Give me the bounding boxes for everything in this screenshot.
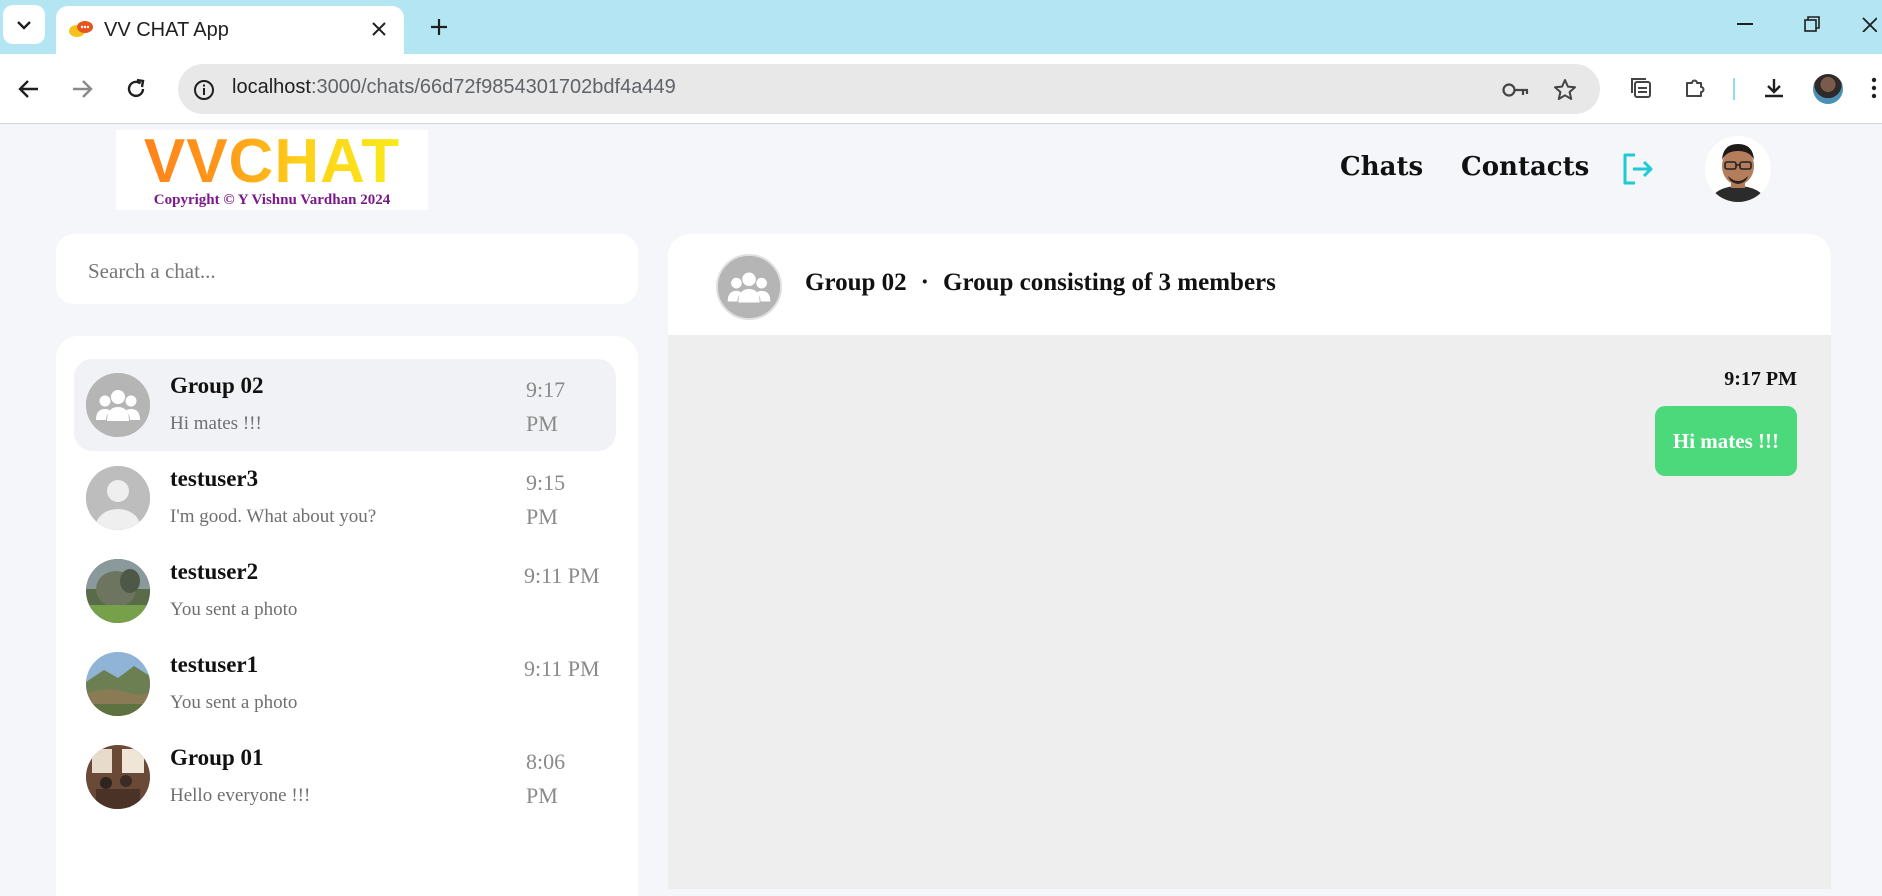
group-icon [86, 373, 150, 437]
reload-button[interactable] [117, 70, 155, 108]
chat-list-item-group-02[interactable]: Group 02 Hi mates !!! 9:17 PM [74, 359, 616, 451]
copy-pages-icon [1631, 78, 1651, 98]
chat-list-item-testuser1[interactable]: testuser1 You sent a photo 9:11 PM [74, 638, 616, 730]
chat-time: 9:11 PM [524, 656, 600, 681]
nav-chats-link[interactable]: Chats [1340, 152, 1423, 182]
logo-wordmark: VVCHAT [116, 130, 428, 194]
chat-avatar [86, 559, 150, 623]
message-time: 9:17 PM [1724, 368, 1797, 390]
key-icon [1502, 83, 1529, 97]
arrow-right-icon [73, 80, 93, 98]
chat-time: 9:17 PM [526, 377, 566, 436]
star-icon [1554, 79, 1576, 100]
browser-toolbar: localhost:3000/chats/66d72f9854301702bdf… [0, 54, 1882, 124]
chat-list-item-group-01[interactable]: Group 01 Hello everyone !!! 8:06 PM [74, 731, 616, 823]
more-vert-icon [1871, 77, 1877, 99]
title-separator: · [920, 269, 929, 296]
chat-last-message: Hello everyone !!! [170, 785, 311, 806]
chat-time: 9:11 PM [524, 563, 600, 588]
chat-avatar [86, 652, 150, 716]
download-icon [1765, 79, 1783, 98]
back-button[interactable] [10, 70, 48, 108]
chat-bubbles-icon [69, 21, 93, 37]
logout-icon[interactable] [1620, 151, 1656, 187]
group-photo [86, 745, 150, 809]
reload-icon [127, 78, 145, 98]
chat-last-message: I'm good. What about you? [170, 506, 377, 527]
user-photo [1705, 136, 1771, 202]
user-photo [86, 559, 150, 623]
tab-search-button[interactable] [3, 5, 45, 44]
chat-search-input[interactable] [86, 254, 610, 288]
app-logo[interactable]: VVCHAT Copyright © Y Vishnu Vardhan 2024 [116, 130, 428, 210]
bookmark-button[interactable] [1550, 75, 1580, 105]
url-path: :3000/chats/66d72f9854301702bdf4a449 [310, 76, 676, 98]
chat-search-box [56, 234, 638, 304]
toolbar-separator [1733, 78, 1735, 100]
tab-groups-button[interactable] [1624, 71, 1658, 105]
conversation-header: Group 02 · Group consisting of 3 members [668, 234, 1831, 335]
chat-list-item-testuser3[interactable]: testuser3 I'm good. What about you? 9:15… [74, 452, 616, 544]
browser-profile-avatar[interactable] [1813, 74, 1843, 104]
minimize-button[interactable] [1725, 8, 1765, 40]
tab-close-button[interactable] [366, 16, 392, 42]
restore-button[interactable] [1792, 8, 1832, 40]
chat-avatar [86, 373, 150, 437]
tab-title: VV CHAT App [104, 19, 229, 41]
minimize-icon [1737, 23, 1753, 25]
chat-name: testuser3 [170, 466, 259, 491]
app-viewport: VVCHAT Copyright © Y Vishnu Vardhan 2024… [0, 124, 1882, 896]
nav-contacts-link[interactable]: Contacts [1461, 152, 1589, 182]
conversation-name: Group 02 [805, 269, 907, 296]
downloads-button[interactable] [1757, 71, 1791, 105]
browser-tab-strip: VV CHAT App [0, 0, 1882, 54]
default-user-icon [86, 466, 150, 530]
address-bar[interactable]: localhost:3000/chats/66d72f9854301702bdf… [178, 64, 1600, 114]
close-icon [1862, 17, 1877, 32]
user-photo [86, 652, 150, 716]
puzzle-icon [1686, 79, 1705, 97]
chat-name: Group 01 [170, 745, 264, 770]
extensions-button[interactable] [1678, 71, 1712, 105]
info-icon [194, 80, 214, 100]
conversation-subtitle: Group consisting of 3 members [943, 269, 1276, 296]
plus-icon [431, 19, 447, 35]
chat-list-item-testuser2[interactable]: testuser2 You sent a photo 9:11 PM [74, 545, 616, 637]
chat-name: testuser2 [170, 559, 259, 584]
chevron-down-icon [17, 20, 31, 30]
arrow-left-icon [18, 80, 38, 98]
chat-avatar [86, 745, 150, 809]
password-key-button[interactable] [1501, 75, 1531, 105]
site-info-button[interactable] [190, 76, 218, 104]
chat-last-message: You sent a photo [170, 599, 298, 620]
chat-name: testuser1 [170, 652, 259, 677]
url-text: localhost:3000/chats/66d72f9854301702bdf… [232, 76, 676, 99]
conversation-panel: Group 02 · Group consisting of 3 members 9… [668, 234, 1831, 889]
restore-icon [1804, 16, 1820, 32]
conversation-avatar[interactable] [716, 254, 782, 320]
close-window-button[interactable] [1856, 8, 1882, 40]
chat-name: Group 02 [170, 373, 264, 398]
url-host: localhost [232, 76, 311, 98]
close-icon [372, 22, 386, 36]
forward-button[interactable] [63, 70, 101, 108]
message-bubble-outgoing: Hi mates !!! [1654, 406, 1797, 476]
group-icon [718, 256, 780, 318]
chat-last-message: Hi mates !!! [170, 413, 262, 434]
chat-avatar [86, 466, 150, 530]
new-tab-button[interactable] [422, 10, 456, 44]
browser-tab[interactable]: VV CHAT App [56, 6, 404, 54]
chat-last-message: You sent a photo [170, 692, 298, 713]
chat-time: 9:15 PM [526, 470, 566, 529]
chat-time: 8:06 PM [526, 749, 566, 808]
conversation-title: Group 02 · Group consisting of 3 members [805, 269, 1276, 297]
user-avatar[interactable] [1705, 136, 1771, 202]
browser-menu-button[interactable] [1866, 71, 1882, 105]
chat-list: Group 02 Hi mates !!! 9:17 PM testuser3 … [56, 336, 638, 896]
logo-copyright: Copyright © Y Vishnu Vardhan 2024 [153, 192, 391, 208]
